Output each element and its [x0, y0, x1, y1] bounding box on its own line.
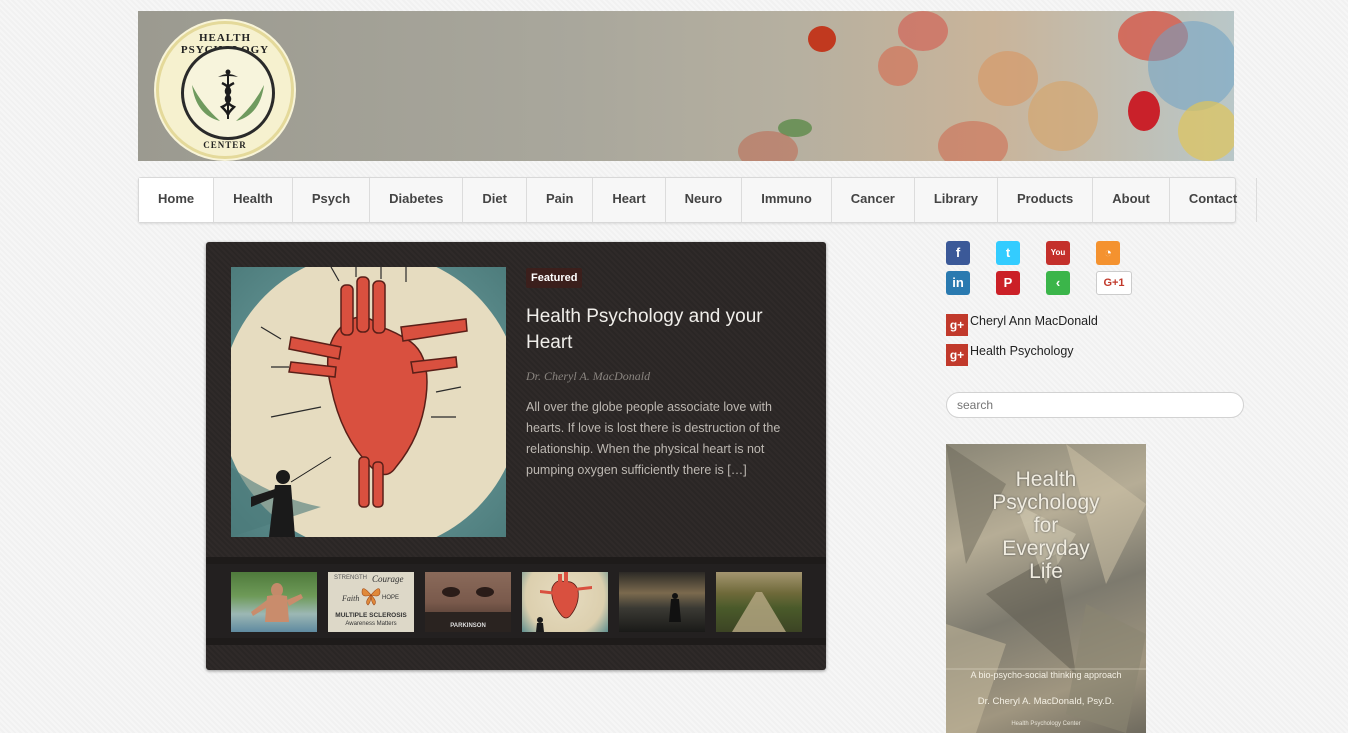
book-author: Dr. Cheryl A. MacDonald, Psy.D. — [977, 696, 1115, 707]
search-input[interactable] — [946, 392, 1244, 418]
paint-splash — [1028, 81, 1098, 151]
paint-splash — [878, 46, 918, 86]
paint-splash — [1148, 21, 1234, 111]
logo-bottom-text: CENTER — [203, 140, 247, 150]
nav-item-pain[interactable]: Pain — [527, 178, 594, 222]
linkedin-icon[interactable]: in — [946, 271, 970, 295]
featured-slider: Featured Health Psychology and your Hear… — [206, 242, 826, 670]
multiple-sclerosis-thumbnail[interactable]: STRENGTH Courage Faith HOPE MULTIPLE SCL… — [328, 572, 414, 632]
book-title-line: Health — [1015, 468, 1077, 491]
heart-anatomy-illustration — [231, 267, 506, 537]
nav-item-library[interactable]: Library — [915, 178, 998, 222]
road-image — [732, 592, 786, 632]
nav-item-psych[interactable]: Psych — [293, 178, 371, 222]
nav-item-health[interactable]: Health — [214, 178, 293, 222]
book-subtitle: A bio-psycho-social thinking approach — [970, 670, 1122, 680]
book-title-line: Life — [1029, 560, 1063, 583]
share-icon[interactable]: ‹ — [1046, 271, 1070, 295]
paint-splash — [938, 121, 1008, 161]
post-author[interactable]: Dr. Cheryl A. MacDonald — [526, 369, 650, 384]
paint-splash — [1178, 101, 1234, 161]
gplus-link-health-psychology[interactable]: g+ Health Psychology — [946, 344, 1074, 366]
paint-splash — [978, 51, 1038, 106]
featured-badge[interactable]: Featured — [526, 268, 583, 288]
twitter-icon[interactable]: t — [996, 241, 1020, 265]
ms-word-hope: HOPE — [382, 595, 400, 601]
google-plus-icon: g+ — [946, 344, 968, 366]
nav-item-diabetes[interactable]: Diabetes — [370, 178, 464, 222]
nav-item-diet[interactable]: Diet — [463, 178, 527, 222]
google-plus-icon[interactable]: G+1 — [1096, 271, 1132, 295]
nav-item-about[interactable]: About — [1093, 178, 1170, 222]
site-logo[interactable]: HEALTH PSYCHOLOGY CENTER — [156, 21, 294, 159]
sunset-woman-thumbnail[interactable] — [619, 572, 705, 632]
book-title: Health Psychology for Everyday Life — [946, 468, 1146, 583]
gplus-link-label: Cheryl Ann MacDonald — [970, 314, 1098, 328]
heart-mini-illustration — [536, 572, 592, 632]
main-nav: Home Health Psych Diabetes Diet Pain Heart Neur… — [138, 177, 1258, 223]
book-title-line: Psychology — [992, 491, 1100, 514]
ms-subtitle: Awareness Matters — [345, 621, 397, 627]
paint-splash — [1128, 91, 1160, 131]
paint-splash — [808, 26, 836, 52]
nav-item-products[interactable]: Products — [998, 178, 1094, 222]
ms-word-faith: Faith — [342, 594, 360, 603]
swimmer-thumbnail[interactable] — [231, 572, 317, 632]
post-title[interactable]: Health Psychology and your Heart — [526, 304, 786, 356]
nav-item-heart[interactable]: Heart — [593, 178, 666, 222]
header-banner: HEALTH PSYCHOLOGY CENTER — [138, 11, 1234, 161]
parkinson-caption: PARKINSON — [450, 623, 486, 629]
nav-item-contact[interactable]: Contact — [1170, 178, 1258, 222]
youtube-icon[interactable]: You — [1046, 241, 1070, 265]
parkinson-thumbnail[interactable]: PARKINSON — [425, 572, 511, 632]
nav-item-immuno[interactable]: Immuno — [742, 178, 832, 222]
ms-title: MULTIPLE SCLEROSIS — [335, 612, 407, 619]
heart-thumbnail[interactable] — [522, 572, 608, 632]
pinterest-icon[interactable]: P — [996, 271, 1020, 295]
butterfly-icon — [361, 588, 381, 606]
nav-item-home[interactable]: Home — [139, 178, 215, 222]
rss-icon[interactable]: ◔ — [1096, 241, 1120, 265]
ms-word-strength: STRENGTH — [334, 575, 367, 581]
facebook-icon[interactable]: f — [946, 241, 970, 265]
thumbnail-strip: STRENGTH Courage Faith HOPE MULTIPLE SCL… — [206, 557, 826, 645]
country-road-thumbnail[interactable] — [716, 572, 802, 632]
gplus-link-cheryl[interactable]: g+ Cheryl Ann MacDonald — [946, 314, 1098, 336]
leaf-icon — [192, 85, 264, 121]
woman-silhouette-image — [669, 593, 681, 622]
nav-item-neuro[interactable]: Neuro — [666, 178, 743, 222]
book-title-line: Everyday — [1002, 537, 1090, 560]
google-plus-icon: g+ — [946, 314, 968, 336]
paint-splash — [898, 11, 948, 51]
book-title-line: for — [1033, 514, 1059, 537]
ms-word-courage: Courage — [372, 574, 404, 584]
book-cover[interactable]: Health Psychology for Everyday Life A bi… — [946, 444, 1146, 733]
logo-inner-ring — [181, 46, 275, 140]
book-publisher: Health Psychology Center — [1011, 721, 1081, 727]
gplus-link-label: Health Psychology — [970, 344, 1074, 358]
post-excerpt: All over the globe people associate love… — [526, 400, 781, 477]
nav-item-cancer[interactable]: Cancer — [832, 178, 915, 222]
swimmer-image — [251, 583, 303, 622]
featured-image[interactable] — [231, 267, 506, 537]
